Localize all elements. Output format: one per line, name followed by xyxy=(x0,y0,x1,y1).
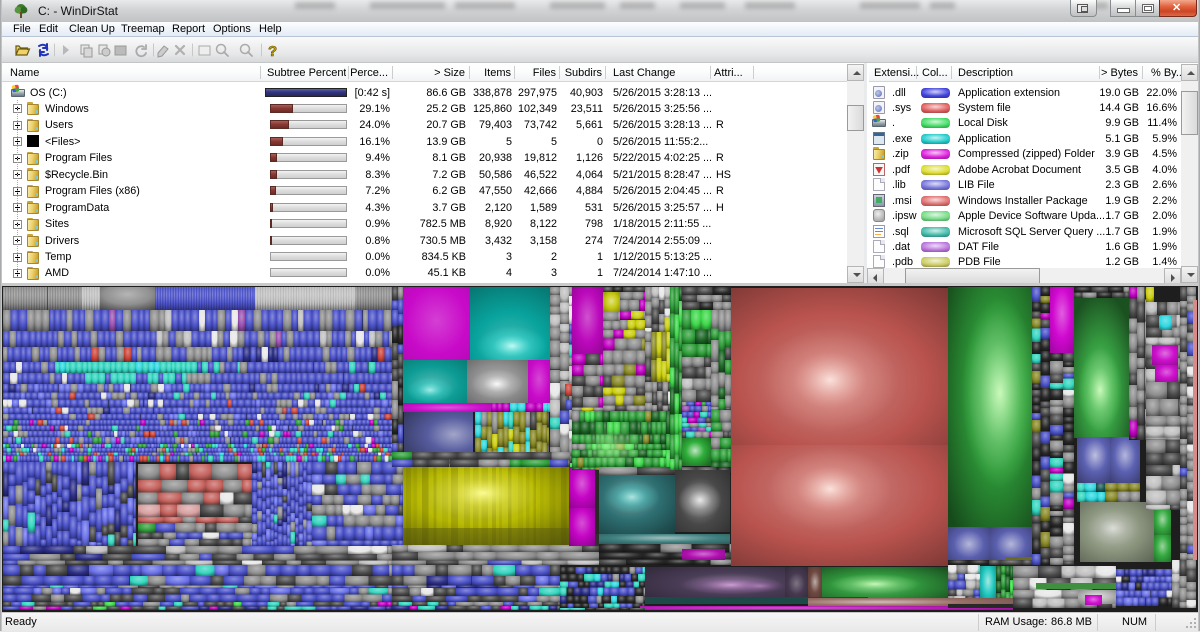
svg-text:?: ? xyxy=(268,43,277,60)
